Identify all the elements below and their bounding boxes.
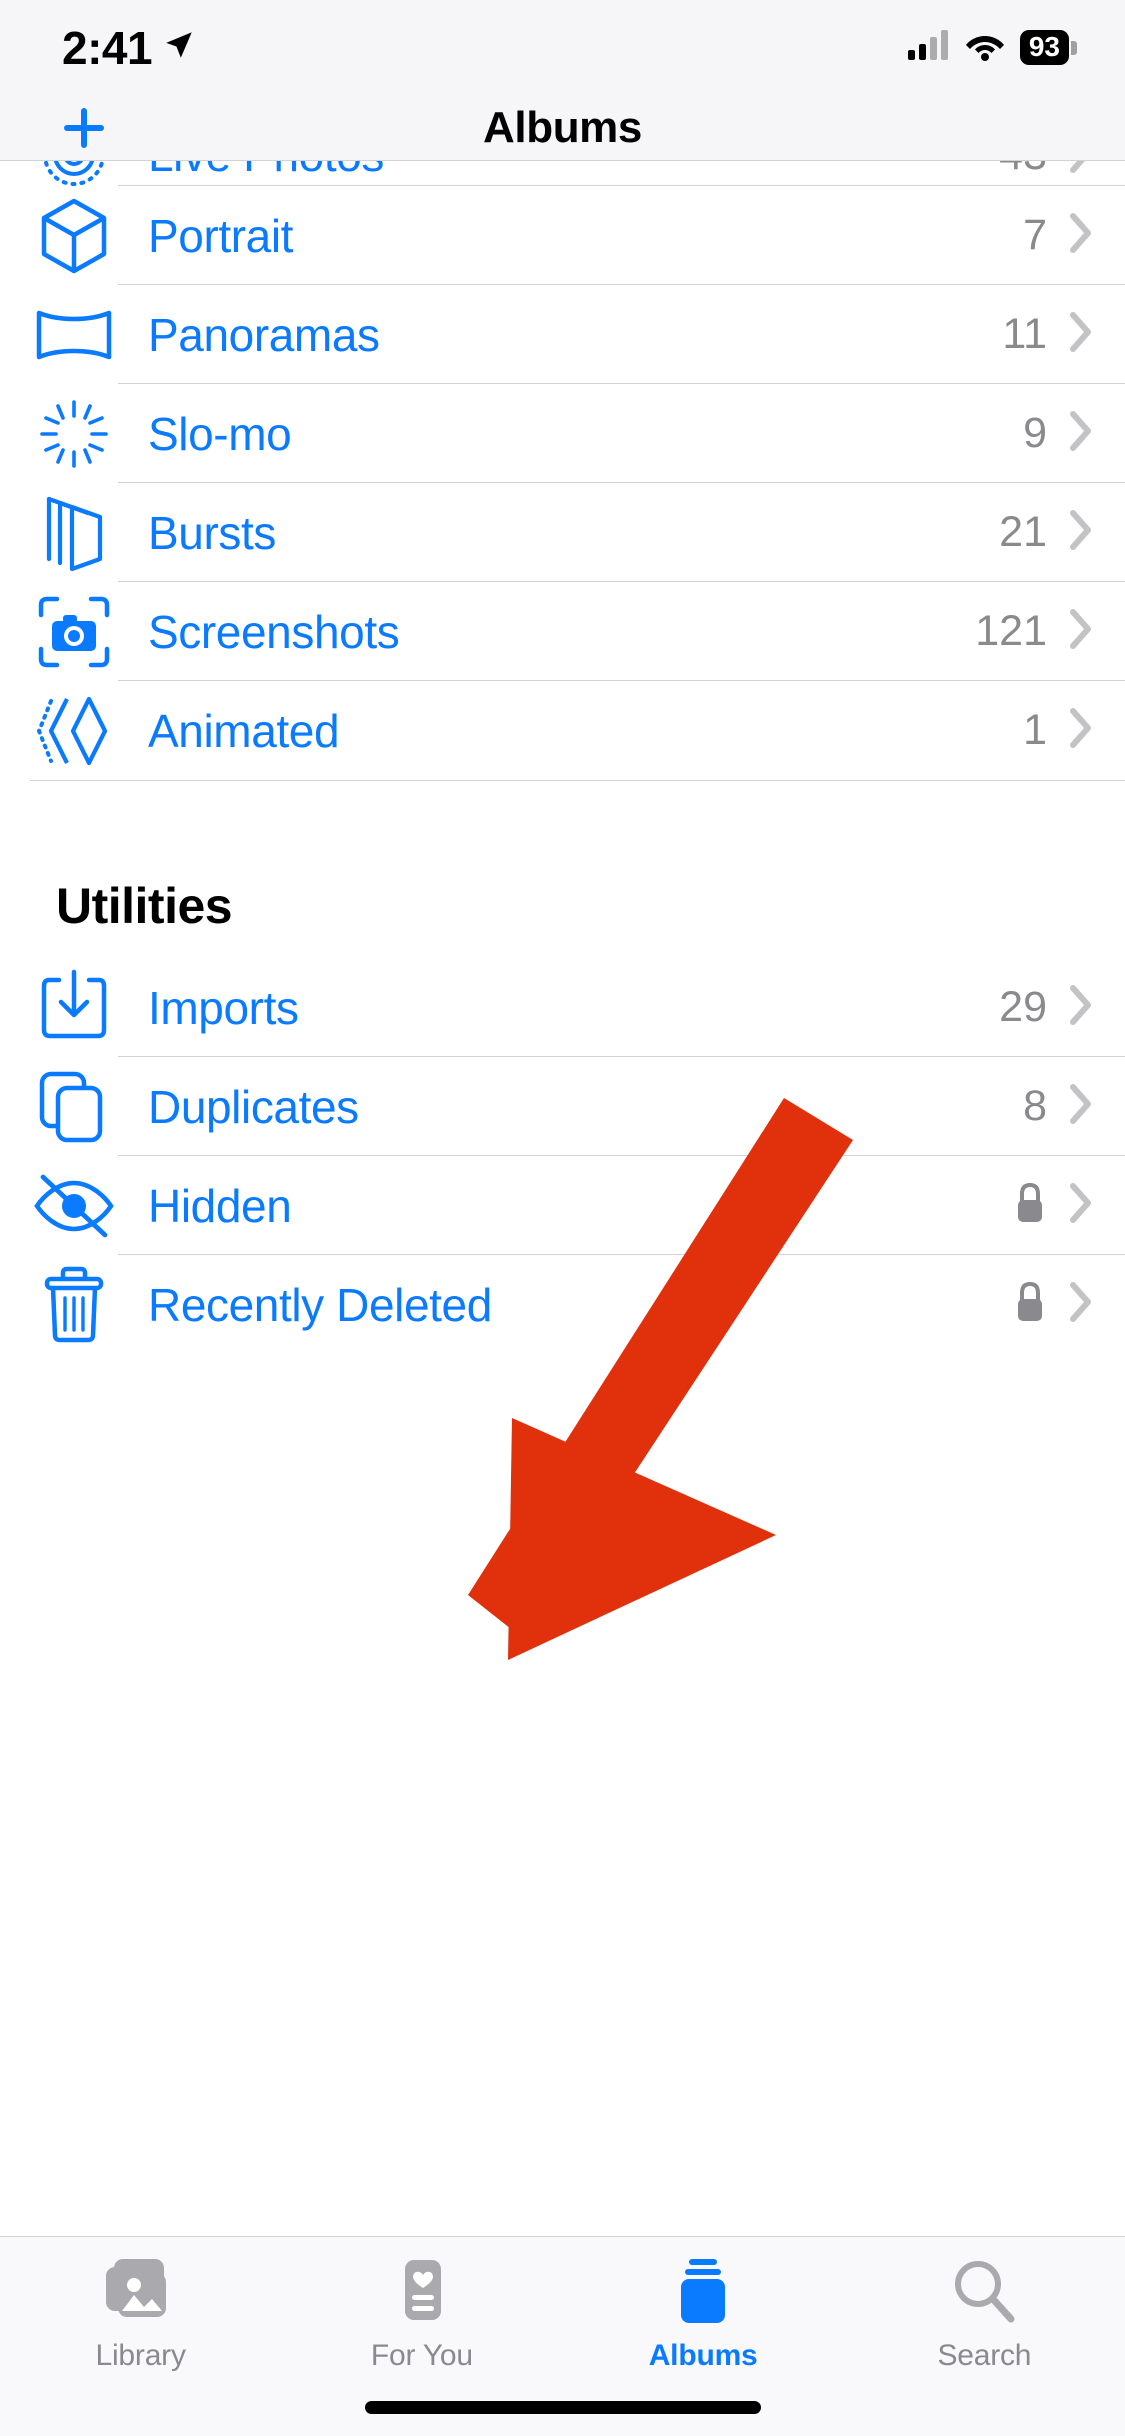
cube-icon: [30, 192, 118, 280]
album-label: Live Photos: [148, 161, 384, 182]
eye-slash-icon: [30, 1162, 118, 1250]
album-row-accessory: 8: [1023, 1082, 1125, 1131]
chevron-right-icon: [1069, 1182, 1093, 1229]
slomo-icon: [30, 390, 118, 478]
duplicates-icon: [30, 1063, 118, 1151]
status-time: 2:41: [62, 21, 153, 74]
album-row-animated[interactable]: Animated 1: [0, 681, 1125, 780]
album-count: 7: [1023, 211, 1047, 259]
album-count: 9: [1023, 409, 1047, 457]
album-row-accessory: 29: [999, 983, 1125, 1032]
location-arrow-icon: [162, 28, 196, 67]
status-bar-left: 2:41: [62, 25, 196, 71]
album-label: Slo-mo: [148, 407, 292, 460]
album-row-accessory: 121: [975, 607, 1125, 656]
import-tray-icon: [30, 964, 118, 1052]
nav-bar: Albums: [0, 95, 1125, 161]
wifi-icon: [964, 29, 1006, 66]
section-divider: [0, 780, 1125, 854]
tab-albums[interactable]: Albums: [578, 2253, 828, 2373]
tab-library[interactable]: Library: [16, 2253, 266, 2373]
albums-list[interactable]: Live Photos 43 Portrait 7: [0, 161, 1125, 2236]
albums-stack-icon: [669, 2253, 737, 2331]
album-count: 11: [1002, 310, 1047, 358]
album-count: 8: [1023, 1082, 1047, 1130]
chevron-right-icon: [1069, 1281, 1093, 1328]
album-label: Recently Deleted: [148, 1278, 492, 1331]
album-label: Panoramas: [148, 308, 380, 361]
page-title: Albums: [483, 102, 642, 152]
trash-icon: [30, 1261, 118, 1349]
album-row-accessory: [1013, 1280, 1125, 1329]
library-photos-icon: [104, 2253, 178, 2331]
album-label: Duplicates: [148, 1080, 359, 1133]
album-label: Screenshots: [148, 605, 400, 658]
album-row-live-photos[interactable]: Live Photos 43: [0, 161, 1125, 186]
album-count: 1: [1023, 706, 1047, 754]
chevron-right-icon: [1069, 410, 1093, 457]
battery-percent: 93: [1028, 31, 1060, 62]
album-count: 29: [999, 983, 1047, 1031]
album-row-accessory: 43: [999, 161, 1125, 180]
album-row-hidden[interactable]: Hidden: [0, 1156, 1125, 1255]
chevron-right-icon: [1069, 707, 1093, 754]
chevron-right-icon: [1069, 509, 1093, 556]
add-album-button[interactable]: [56, 100, 112, 156]
album-row-bursts[interactable]: Bursts 21: [0, 483, 1125, 582]
panorama-icon: [30, 291, 118, 379]
album-row-accessory: 7: [1023, 211, 1125, 260]
tab-label: Search: [937, 2339, 1032, 2372]
chevron-right-icon: [1069, 984, 1093, 1031]
album-row-slo-mo[interactable]: Slo-mo 9: [0, 384, 1125, 483]
animated-icon: [30, 687, 118, 775]
album-row-accessory: 1: [1023, 706, 1125, 755]
tab-label: Albums: [648, 2339, 758, 2372]
album-row-duplicates[interactable]: Duplicates 8: [0, 1057, 1125, 1156]
cellular-bars-icon: [907, 30, 950, 65]
section-divider-line: [30, 780, 1125, 781]
tab-for-you[interactable]: For You: [297, 2253, 547, 2373]
status-bar: 2:41 93: [0, 0, 1125, 95]
tab-label: Library: [95, 2339, 186, 2372]
album-row-recently-deleted[interactable]: Recently Deleted: [0, 1255, 1125, 1354]
album-row-accessory: 9: [1023, 409, 1125, 458]
status-bar-right: 93: [907, 29, 1077, 66]
album-count: 43: [999, 161, 1047, 180]
album-row-accessory: 21: [999, 508, 1125, 557]
album-label: Portrait: [148, 209, 294, 262]
for-you-card-icon: [391, 2253, 453, 2331]
home-indicator: [364, 2401, 761, 2414]
chevron-right-icon: [1069, 1083, 1093, 1130]
album-label: Animated: [148, 704, 340, 757]
section-header-utilities: Utilities: [0, 854, 1125, 958]
chevron-right-icon: [1069, 608, 1093, 655]
screenshot-camera-icon: [30, 588, 118, 676]
search-magnifier-icon: [949, 2253, 1019, 2331]
album-row-panoramas[interactable]: Panoramas 11: [0, 285, 1125, 384]
battery-tip: [1071, 40, 1077, 55]
album-label: Imports: [148, 981, 299, 1034]
tab-bar: Library For You Albums Search: [0, 2236, 1125, 2436]
tab-label: For You: [370, 2339, 473, 2372]
lock-icon: [1013, 1181, 1047, 1230]
album-row-accessory: [1013, 1181, 1125, 1230]
section-header-label: Utilities: [56, 878, 233, 934]
album-row-imports[interactable]: Imports 29: [0, 958, 1125, 1057]
bursts-icon: [30, 489, 118, 577]
battery-badge: 93: [1019, 30, 1077, 65]
album-label: Hidden: [148, 1179, 292, 1232]
chevron-right-icon: [1069, 311, 1093, 358]
lock-icon: [1013, 1280, 1047, 1329]
album-count: 121: [975, 607, 1047, 655]
chevron-right-icon: [1069, 161, 1093, 179]
album-row-accessory: 11: [1002, 310, 1125, 359]
chevron-right-icon: [1069, 212, 1093, 259]
album-count: 21: [999, 508, 1047, 556]
album-label: Bursts: [148, 506, 276, 559]
album-row-screenshots[interactable]: Screenshots 121: [0, 582, 1125, 681]
album-row-portrait[interactable]: Portrait 7: [0, 186, 1125, 285]
tab-search[interactable]: Search: [859, 2253, 1109, 2373]
